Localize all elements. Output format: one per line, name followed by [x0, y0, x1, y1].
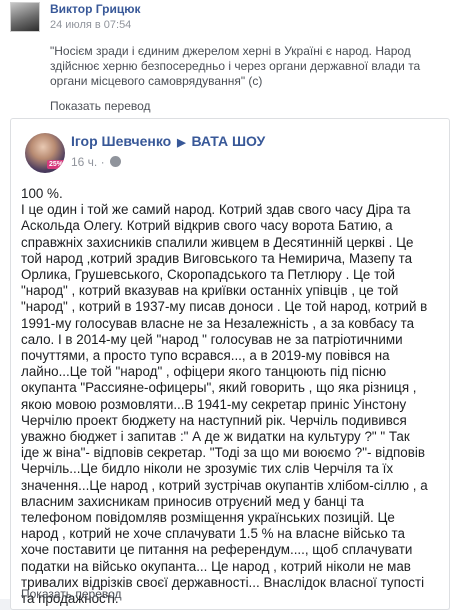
- meta-separator: ·: [100, 155, 105, 169]
- comment-timestamp[interactable]: 24 июля в 07:54: [50, 19, 131, 31]
- post-author-avatar[interactable]: 25%: [25, 133, 65, 173]
- commenter-name[interactable]: Виктор Грицюк: [50, 2, 140, 16]
- post-meta: 16 ч. ·: [71, 155, 121, 169]
- shared-post-card: 25% Ігор Шевченко ▶ ВАТА ШОУ 16 ч. · 100…: [10, 118, 450, 610]
- avatar-badge: 25%: [46, 160, 65, 169]
- post-page-name[interactable]: ВАТА ШОУ: [191, 133, 265, 149]
- post-lead: 100 %.: [21, 186, 63, 201]
- post-text: І це один і той же самий народ. Котрий з…: [21, 202, 428, 607]
- post-header: Ігор Шевченко ▶ ВАТА ШОУ: [71, 133, 265, 149]
- see-translation-link[interactable]: Показать перевод: [50, 99, 151, 113]
- comment-text: "Носієм зради і єдиним джерелом херні в …: [50, 44, 421, 88]
- globe-icon[interactable]: [109, 156, 121, 167]
- post-time[interactable]: 16 ч.: [71, 155, 97, 169]
- commenter-avatar[interactable]: [10, 2, 40, 32]
- post-body: 100 %. І це один і той же самий народ. К…: [21, 186, 429, 607]
- post-author-name[interactable]: Ігор Шевченко: [71, 133, 171, 149]
- triangle-right-icon: ▶: [177, 137, 186, 149]
- feed-container: Виктор Грицюк 24 июля в 07:54 "Носієм зр…: [0, 0, 450, 610]
